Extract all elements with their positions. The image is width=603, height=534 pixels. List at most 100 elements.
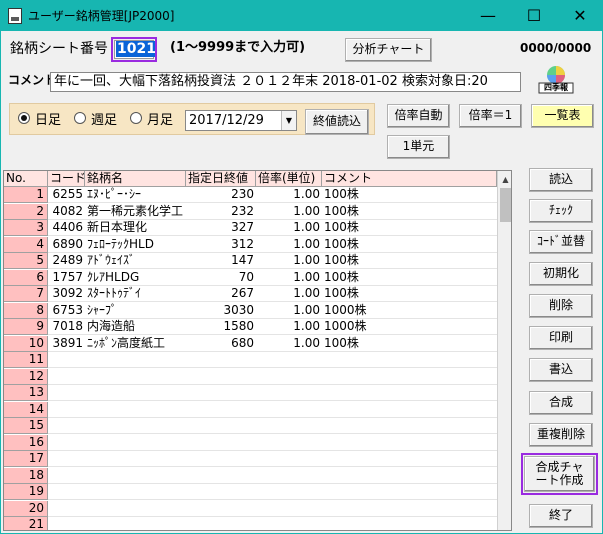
cell-comment[interactable]: 100株: [322, 237, 497, 253]
row-number[interactable]: 13: [4, 385, 48, 401]
row-number[interactable]: 4: [4, 237, 48, 253]
cell-ratio[interactable]: [256, 517, 322, 530]
cell-code[interactable]: 4082: [48, 204, 85, 220]
cell-close[interactable]: 70: [186, 270, 256, 286]
cell-ratio[interactable]: 1.00: [256, 319, 322, 335]
cell-name[interactable]: 内海造船: [85, 319, 186, 335]
cell-name[interactable]: ｱﾄﾞｳｪｲｽﾞ: [85, 253, 186, 269]
cell-code[interactable]: [48, 352, 85, 368]
cell-name[interactable]: [85, 402, 186, 418]
cell-code[interactable]: 2489: [48, 253, 85, 269]
initialize-button[interactable]: 初期化: [529, 262, 593, 286]
cell-close[interactable]: [186, 369, 256, 385]
create-merged-chart-button[interactable]: 合成チャ ート作成: [521, 453, 598, 495]
cell-close[interactable]: [186, 352, 256, 368]
cell-code[interactable]: [48, 402, 85, 418]
vertical-scrollbar[interactable]: ▲: [497, 171, 511, 530]
row-number[interactable]: 1: [4, 187, 48, 203]
radio-daily[interactable]: 日足: [18, 108, 61, 128]
cell-ratio[interactable]: 1.00: [256, 187, 322, 203]
cell-comment[interactable]: [322, 435, 497, 451]
cell-comment[interactable]: [322, 468, 497, 484]
comment-field[interactable]: 年に一回、大幅下落銘柄投資法 ２０１２年末 2018-01-02 検索対象日:2…: [50, 72, 521, 92]
cell-close[interactable]: [186, 402, 256, 418]
cell-name[interactable]: [85, 451, 186, 467]
radio-weekly[interactable]: 週足: [74, 108, 117, 128]
cell-close[interactable]: 230: [186, 187, 256, 203]
cell-ratio[interactable]: [256, 484, 322, 500]
cell-code[interactable]: [48, 501, 85, 517]
sheet-number-input[interactable]: 1021: [111, 37, 157, 62]
cell-comment[interactable]: [322, 501, 497, 517]
row-number[interactable]: 11: [4, 352, 48, 368]
close-icon[interactable]: ✕: [557, 0, 603, 31]
header-name[interactable]: 銘柄名: [85, 171, 186, 187]
row-number[interactable]: 5: [4, 253, 48, 269]
cell-name[interactable]: [85, 501, 186, 517]
cell-comment[interactable]: 100株: [322, 270, 497, 286]
cell-close[interactable]: [186, 501, 256, 517]
header-code[interactable]: コード: [48, 171, 85, 187]
cell-code[interactable]: 3891: [48, 336, 85, 352]
cell-comment[interactable]: [322, 402, 497, 418]
cell-name[interactable]: ｸﾚｱHLDG: [85, 270, 186, 286]
cell-close[interactable]: [186, 385, 256, 401]
cell-ratio[interactable]: 1.00: [256, 220, 322, 236]
cell-name[interactable]: [85, 435, 186, 451]
cell-name[interactable]: [85, 385, 186, 401]
cell-name[interactable]: ﾆｯﾎﾟﾝ高度紙工: [85, 336, 186, 352]
row-number[interactable]: 20: [4, 501, 48, 517]
cell-ratio[interactable]: 1.00: [256, 286, 322, 302]
row-number[interactable]: 14: [4, 402, 48, 418]
cell-ratio[interactable]: [256, 435, 322, 451]
header-ratio[interactable]: 倍率(単位): [256, 171, 322, 187]
cell-ratio[interactable]: [256, 402, 322, 418]
row-number[interactable]: 2: [4, 204, 48, 220]
row-number[interactable]: 16: [4, 435, 48, 451]
cell-close[interactable]: [186, 484, 256, 500]
close-price-load-button[interactable]: 終値読込: [305, 109, 369, 135]
cell-code[interactable]: [48, 451, 85, 467]
cell-name[interactable]: [85, 352, 186, 368]
cell-ratio[interactable]: 1.00: [256, 237, 322, 253]
cell-code[interactable]: [48, 517, 85, 530]
cell-close[interactable]: [186, 418, 256, 434]
scroll-thumb[interactable]: [500, 188, 511, 222]
unit-button[interactable]: 1単元: [387, 135, 450, 159]
cell-code[interactable]: 6255: [48, 187, 85, 203]
cell-name[interactable]: 新日本理化: [85, 220, 186, 236]
cell-code[interactable]: [48, 418, 85, 434]
cell-ratio[interactable]: 1.00: [256, 204, 322, 220]
radio-monthly[interactable]: 月足: [130, 108, 173, 128]
cell-name[interactable]: [85, 369, 186, 385]
cell-close[interactable]: [186, 468, 256, 484]
radio-weekly-dot[interactable]: [74, 112, 86, 124]
row-number[interactable]: 18: [4, 468, 48, 484]
cell-comment[interactable]: [322, 484, 497, 500]
cell-close[interactable]: 312: [186, 237, 256, 253]
row-number[interactable]: 15: [4, 418, 48, 434]
cell-ratio[interactable]: [256, 468, 322, 484]
cell-comment[interactable]: 100株: [322, 253, 497, 269]
cell-code[interactable]: [48, 468, 85, 484]
cell-code[interactable]: 3092: [48, 286, 85, 302]
maximize-icon[interactable]: ☐: [511, 0, 557, 31]
cell-name[interactable]: 第一稀元素化学工: [85, 204, 186, 220]
cell-name[interactable]: [85, 418, 186, 434]
cell-comment[interactable]: 100株: [322, 220, 497, 236]
write-button[interactable]: 書込: [529, 358, 593, 382]
cell-ratio[interactable]: [256, 418, 322, 434]
shikiho-icon[interactable]: 四季報: [538, 64, 574, 94]
cell-close[interactable]: 147: [186, 253, 256, 269]
cell-close[interactable]: [186, 435, 256, 451]
cell-ratio[interactable]: 1.00: [256, 270, 322, 286]
dedupe-button[interactable]: 重複削除: [529, 423, 593, 447]
cell-ratio[interactable]: [256, 501, 322, 517]
row-number[interactable]: 3: [4, 220, 48, 236]
cell-name[interactable]: ｼｬｰﾌﾟ: [85, 303, 186, 319]
ratio-auto-button[interactable]: 倍率自動: [387, 104, 450, 128]
radio-monthly-dot[interactable]: [130, 112, 142, 124]
cell-comment[interactable]: [322, 517, 497, 530]
header-no[interactable]: No.: [4, 171, 48, 187]
cell-comment[interactable]: 100株: [322, 187, 497, 203]
